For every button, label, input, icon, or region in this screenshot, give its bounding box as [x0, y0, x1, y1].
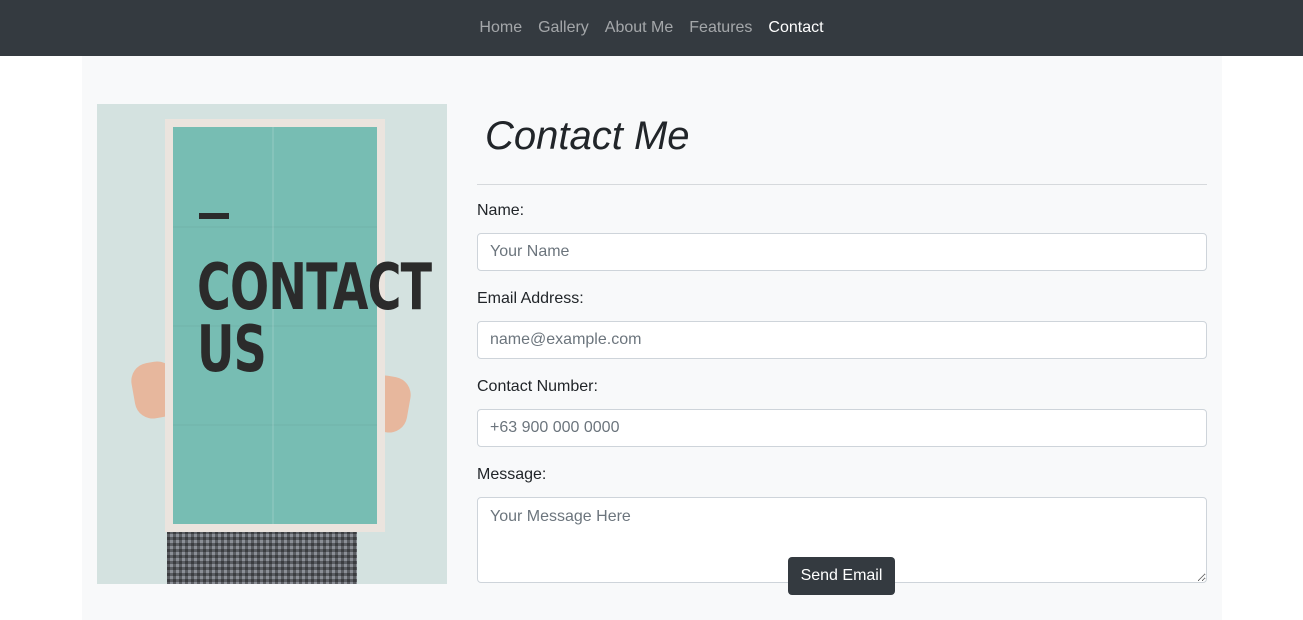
- email-field-group: Email Address:: [477, 289, 1207, 359]
- message-label: Message:: [477, 466, 547, 483]
- top-navbar: Home Gallery About Me Features Contact: [0, 0, 1303, 56]
- email-input[interactable]: [477, 321, 1207, 359]
- poster-text: CONTACT US: [197, 251, 432, 387]
- poster-graphic: CONTACT US: [165, 119, 432, 532]
- send-email-button[interactable]: Send Email: [788, 557, 895, 595]
- nav-link-gallery[interactable]: Gallery: [538, 19, 589, 37]
- phone-field-group: Contact Number:: [477, 377, 1207, 447]
- contact-form: Contact Me Name: Email Address: Contact …: [477, 104, 1207, 595]
- contact-container: CONTACT US Contact Me Name: Email Addres…: [82, 56, 1222, 620]
- poster-dash: [199, 213, 229, 219]
- form-fields: Name: Email Address: Contact Number: Mes…: [477, 201, 1207, 588]
- name-label: Name:: [477, 202, 525, 219]
- name-field-group: Name:: [477, 201, 1207, 271]
- nav-link-about-me[interactable]: About Me: [605, 19, 673, 37]
- name-input[interactable]: [477, 233, 1207, 271]
- poster-face: CONTACT US: [173, 127, 432, 524]
- form-title: Contact Me: [485, 114, 690, 158]
- title-divider: [477, 184, 1207, 185]
- nav-link-home[interactable]: Home: [479, 19, 522, 37]
- contact-number-input[interactable]: [477, 409, 1207, 447]
- nav-links: Home Gallery About Me Features Contact: [479, 19, 823, 37]
- nav-link-features[interactable]: Features: [689, 19, 752, 37]
- contact-us-image: CONTACT US: [97, 104, 447, 584]
- email-label: Email Address:: [477, 290, 584, 307]
- nav-link-contact[interactable]: Contact: [768, 19, 823, 37]
- contact-number-label: Contact Number:: [477, 378, 598, 395]
